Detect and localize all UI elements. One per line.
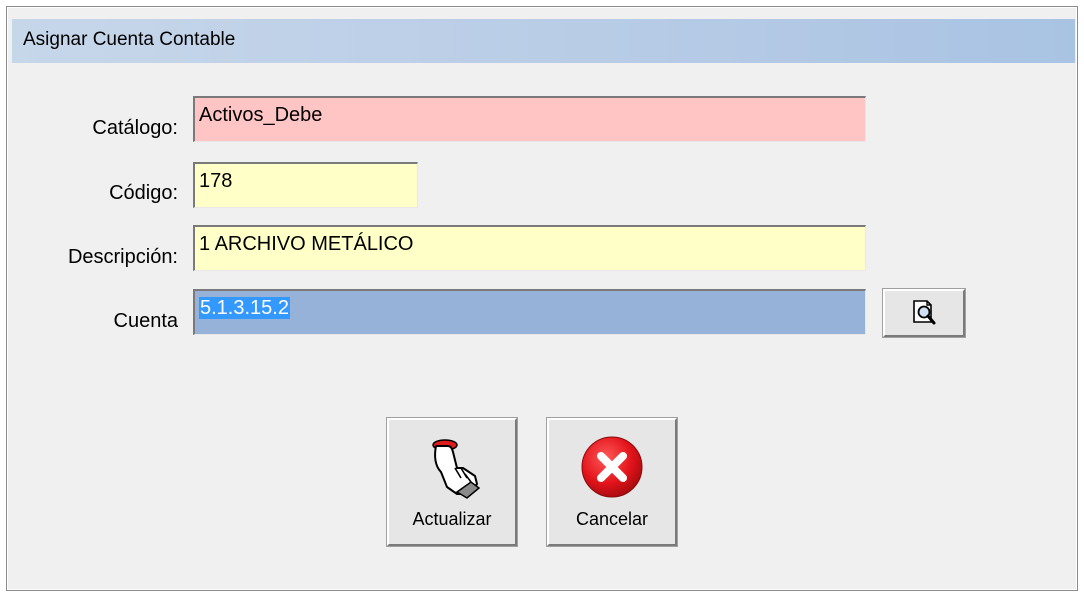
cuenta-field[interactable]: 5.1.3.15.2 — [193, 289, 866, 335]
cuenta-value-selected: 5.1.3.15.2 — [199, 297, 290, 319]
dialog-title: Asignar Cuenta Contable — [23, 29, 236, 50]
cancel-x-icon — [581, 436, 643, 498]
catalogo-label: Catálogo: — [92, 117, 178, 139]
search-account-button[interactable] — [882, 288, 966, 338]
codigo-label: Código: — [109, 182, 178, 204]
descripcion-value: 1 ARCHIVO METÁLICO — [199, 233, 414, 255]
cancelar-button[interactable]: Cancelar — [546, 417, 678, 547]
descripcion-field[interactable]: 1 ARCHIVO METÁLICO — [193, 225, 866, 271]
codigo-value: 178 — [199, 170, 233, 192]
dialog-title-bar: Asignar Cuenta Contable — [12, 19, 1075, 63]
actualizar-button[interactable]: Actualizar — [386, 417, 518, 547]
cancelar-label: Cancelar — [575, 509, 649, 529]
search-document-icon — [913, 300, 936, 325]
actualizar-label: Actualizar — [412, 509, 492, 529]
hand-pointer-icon — [432, 439, 481, 499]
catalogo-field[interactable]: Activos_Debe — [193, 96, 866, 142]
cuenta-label: Cuenta — [113, 310, 179, 332]
catalogo-value: Activos_Debe — [199, 104, 323, 126]
codigo-field[interactable]: 178 — [193, 162, 418, 208]
descripcion-label: Descripción: — [67, 246, 178, 268]
